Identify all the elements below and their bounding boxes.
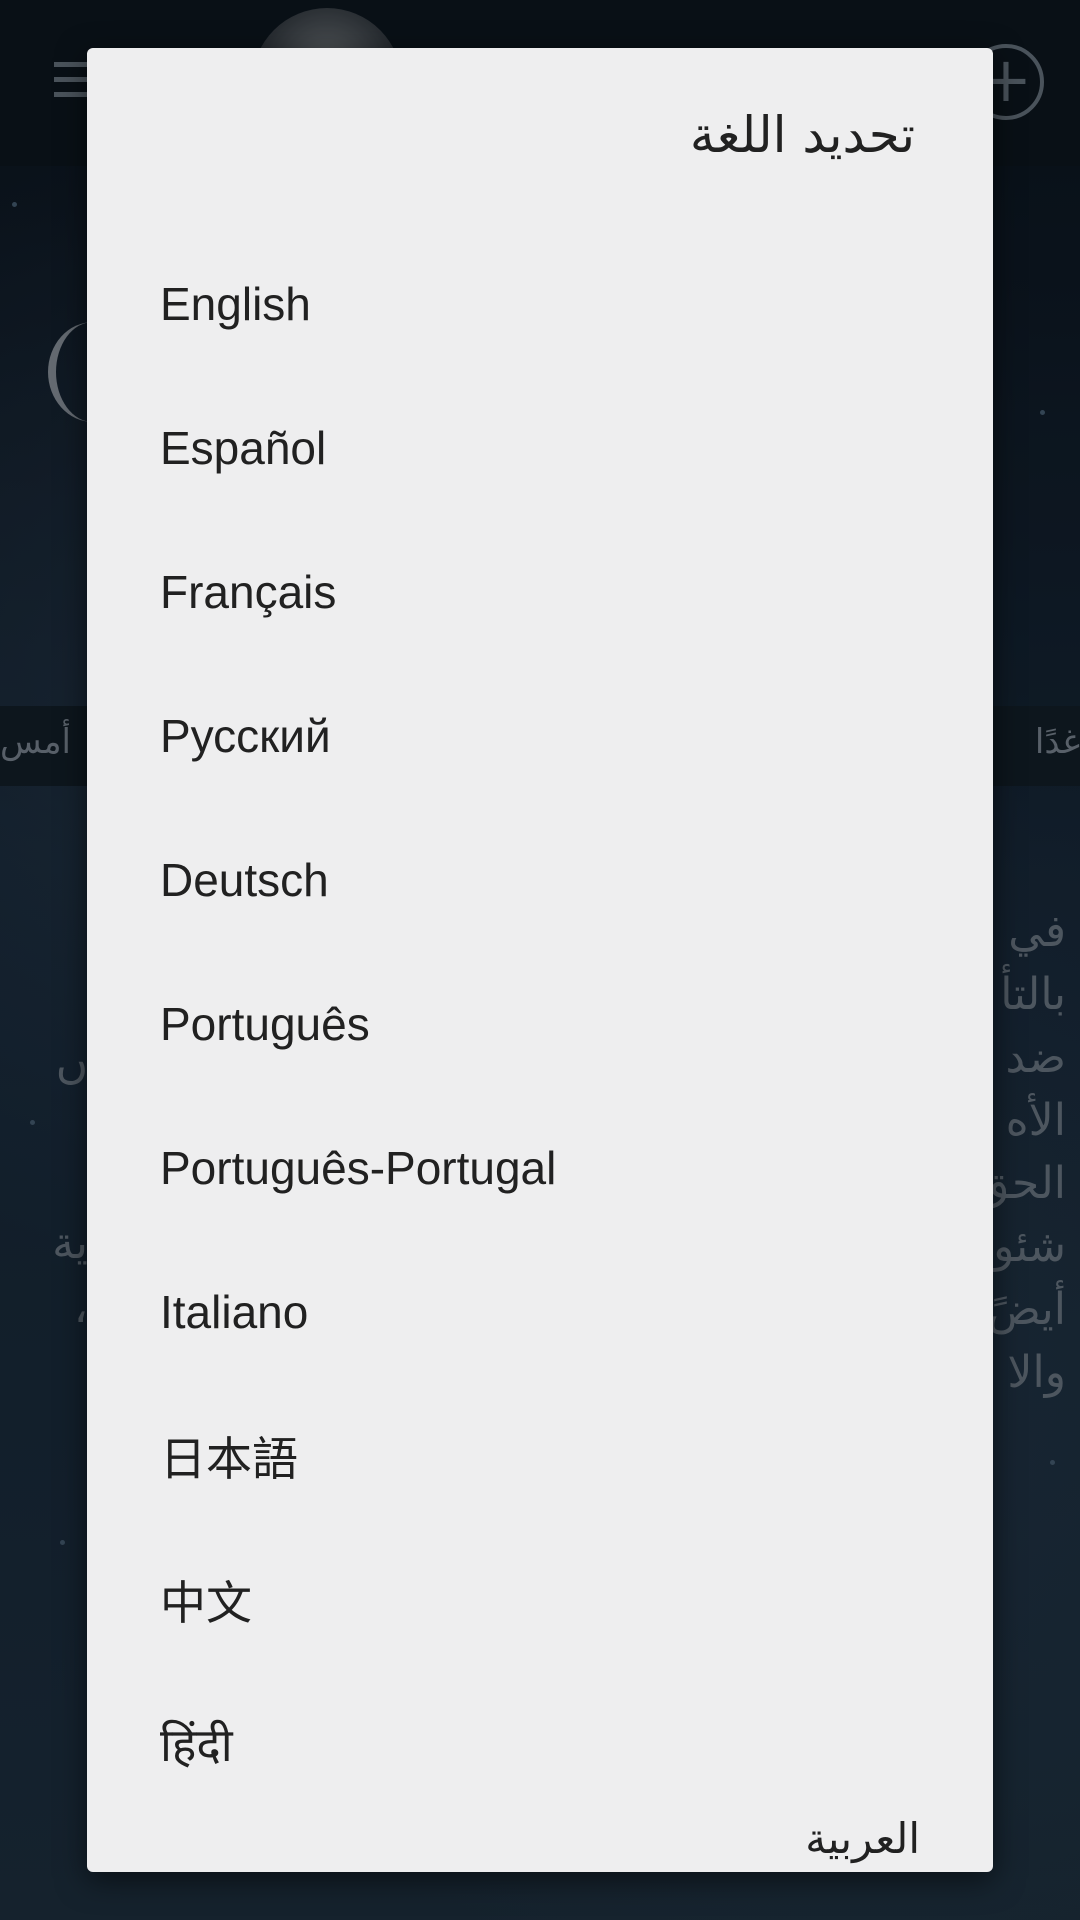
language-option-russian[interactable]: Русский [87,664,993,808]
language-option-french[interactable]: Français [87,520,993,664]
language-option-chinese[interactable]: 中文 [87,1528,993,1672]
language-option-portuguese-portugal[interactable]: Português-Portugal [87,1096,993,1240]
screen: + أمس غدًا في بالتأ ضد الأه الحق شئو أيض… [0,0,1080,1920]
language-list: English Español Français Русский Deutsch… [87,232,993,1816]
language-option-italian[interactable]: Italiano [87,1240,993,1384]
dialog-title: تحديد اللغة [689,106,915,164]
language-dialog: تحديد اللغة English Español Français Рус… [87,48,993,1872]
language-option-english[interactable]: English [87,232,993,376]
language-option-spanish[interactable]: Español [87,376,993,520]
language-option-portuguese[interactable]: Português [87,952,993,1096]
language-option-german[interactable]: Deutsch [87,808,993,952]
language-option-arabic[interactable]: العربية [805,1814,920,1863]
language-option-japanese[interactable]: 日本語 [87,1384,993,1528]
language-option-hindi[interactable]: हिंदी [87,1672,993,1816]
